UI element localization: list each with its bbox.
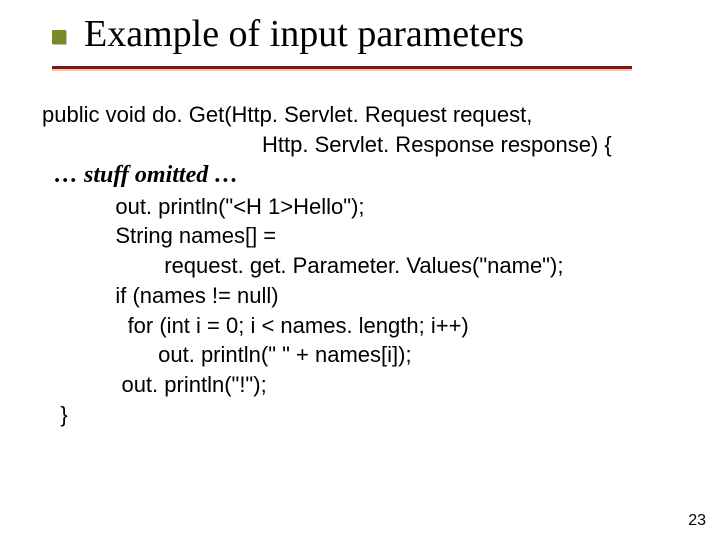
slide-title: Example of input parameters <box>84 14 524 56</box>
code-line: out. println("!"); <box>42 372 267 397</box>
code-line: String names[] = <box>42 223 276 248</box>
code-line: out. println(" " + names[i]); <box>42 342 412 367</box>
code-block: public void do. Get(Http. Servlet. Reque… <box>42 100 690 429</box>
code-line: public void do. Get(Http. Servlet. Reque… <box>42 102 532 127</box>
code-line: if (names != null) <box>42 283 279 308</box>
slide: Example of input parameters public void … <box>0 0 720 540</box>
title-bullet-icon <box>52 30 66 44</box>
code-line: for (int i = 0; i < names. length; i++) <box>42 313 469 338</box>
code-line: } <box>42 402 68 427</box>
title-underline-shadow <box>52 69 632 71</box>
code-line: out. println("<H 1>Hello"); <box>42 194 365 219</box>
code-line: request. get. Parameter. Values("name"); <box>42 253 563 278</box>
omitted-note: … stuff omitted … <box>42 162 238 188</box>
code-line: Http. Servlet. Response response) { <box>42 132 612 157</box>
page-number: 23 <box>688 512 706 530</box>
title-row: Example of input parameters <box>52 14 680 56</box>
